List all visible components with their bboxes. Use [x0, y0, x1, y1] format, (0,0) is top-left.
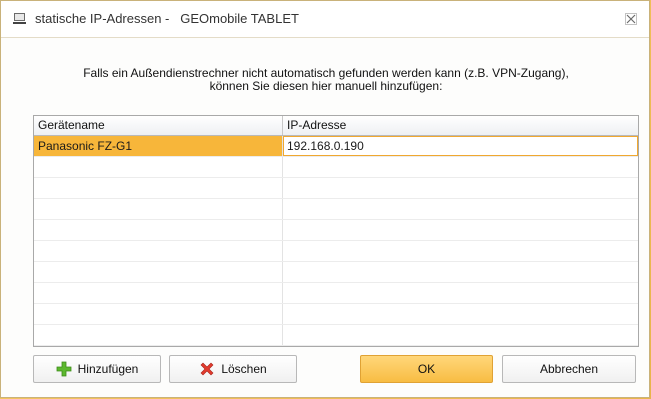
table-row-empty[interactable]	[34, 283, 638, 304]
close-icon[interactable]	[623, 11, 639, 27]
table-header: Gerätename IP-Adresse	[34, 116, 638, 136]
table-row-empty[interactable]	[34, 304, 638, 325]
table-row[interactable]: Panasonic FZ-G1 192.168.0.190	[34, 136, 638, 157]
ok-button-label: OK	[417, 362, 436, 376]
window-title: statische IP-Adressen - GEOmobile TABLET	[35, 11, 299, 26]
table-row-empty[interactable]	[34, 241, 638, 262]
cell-ip-address[interactable]: 192.168.0.190	[283, 136, 638, 156]
cancel-button-label: Abbrechen	[539, 362, 599, 376]
instruction-line-2: können Sie diesen hier manuell hinzufüge…	[209, 79, 443, 93]
table-row-empty[interactable]	[34, 220, 638, 241]
red-x-icon	[200, 362, 214, 376]
table-row-empty[interactable]	[34, 262, 638, 283]
table-row-empty[interactable]	[34, 157, 638, 178]
delete-button[interactable]: Löschen	[169, 355, 297, 383]
instruction-text: Falls ein Außendienstrechner nicht autom…	[31, 67, 621, 93]
add-button[interactable]: Hinzufügen	[33, 355, 161, 383]
ip-address-table[interactable]: Gerätename IP-Adresse Panasonic FZ-G1 19…	[33, 115, 639, 347]
cancel-button[interactable]: Abbrechen	[502, 355, 636, 383]
plus-icon	[56, 361, 72, 377]
cell-device-name[interactable]: Panasonic FZ-G1	[34, 136, 283, 156]
column-header-ip-address[interactable]: IP-Adresse	[283, 116, 638, 135]
app-window-icon	[13, 13, 26, 24]
title-bar: statische IP-Adressen - GEOmobile TABLET	[1, 1, 649, 38]
column-header-device-name[interactable]: Gerätename	[34, 116, 283, 135]
table-row-empty[interactable]	[34, 325, 638, 346]
ok-button[interactable]: OK	[360, 355, 493, 383]
add-button-label: Hinzufügen	[77, 362, 139, 376]
delete-button-label: Löschen	[221, 362, 267, 376]
table-row-empty[interactable]	[34, 199, 638, 220]
table-row-empty[interactable]	[34, 178, 638, 199]
dialog-window: statische IP-Adressen - GEOmobile TABLET…	[0, 0, 650, 398]
